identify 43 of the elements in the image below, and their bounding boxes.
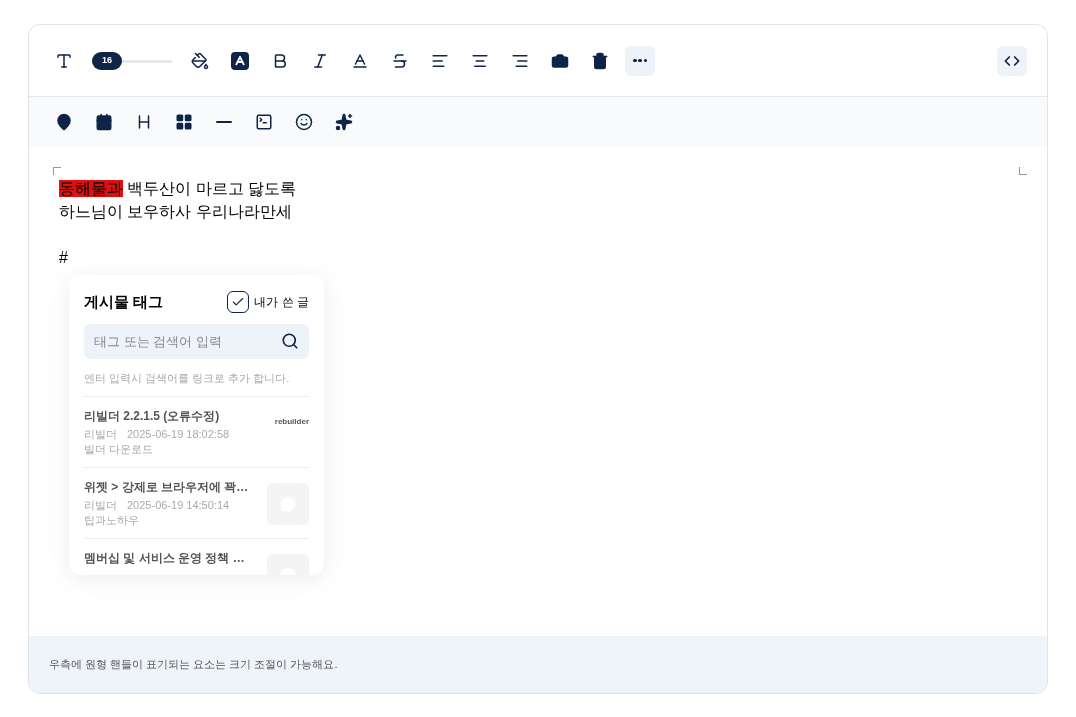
post-item[interactable]: 위젯 > 강제로 브라우저에 꽉… 리빌더 2025-06-19 14:50:14 팁과노하우 xyxy=(84,467,309,538)
underlined-letter-icon xyxy=(351,51,369,70)
post-title: 멤버십 및 서비스 운영 정책 … xyxy=(84,550,246,566)
editor-text-line: 동해물과 백두산이 마르고 닳도록 xyxy=(59,180,297,197)
highlight-letter-icon xyxy=(231,51,249,70)
more-button[interactable] xyxy=(625,45,655,76)
more-icon xyxy=(633,58,647,63)
post-item[interactable]: 멤버십 및 서비스 운영 정책 … xyxy=(84,538,309,575)
post-date: 2025-06-19 14:50:14 xyxy=(127,498,230,513)
search-icon[interactable] xyxy=(281,331,299,350)
camera-icon xyxy=(551,51,569,70)
map-pin-icon xyxy=(55,113,73,131)
post-category: 빌더 다운로드 xyxy=(84,442,155,457)
calendar-icon xyxy=(95,113,113,131)
horizontal-line-icon xyxy=(216,120,232,124)
checkbox[interactable] xyxy=(227,291,250,314)
trash-icon xyxy=(591,51,609,70)
post-author: 리빌더 xyxy=(84,427,117,442)
post-item[interactable]: 리빌더 2.2.1.5 (오류수정) 리빌더 2025-06-19 18:02:58 빌더 다운로드 rebuilder xyxy=(84,396,309,467)
smile-icon xyxy=(295,113,313,131)
terminal-icon xyxy=(255,113,273,131)
post-title: 리빌더 2.2.1.5 (오류수정) xyxy=(84,408,221,424)
code-view-button[interactable] xyxy=(997,45,1027,76)
sparkle-icon xyxy=(335,113,353,131)
checkbox-label: 내가 쓴 글 xyxy=(254,294,309,312)
popup-title: 게시물 태그 xyxy=(84,292,164,312)
font-size-slider[interactable]: 16 xyxy=(92,51,172,70)
text-icon xyxy=(55,51,73,70)
paint-bucket-icon xyxy=(191,51,209,70)
strikethrough-icon xyxy=(391,51,409,70)
editor-text-line: 하느님이 보우하사 우리나라만세 xyxy=(59,203,292,220)
grid-icon xyxy=(175,113,193,131)
tag-search-field[interactable]: 태그 또는 검색어 입력 xyxy=(84,323,309,359)
post-category: 팁과노하우 xyxy=(84,513,140,528)
post-logo: rebuilder xyxy=(274,416,309,428)
slider-thumb[interactable]: 16 xyxy=(92,51,122,70)
hint-text: 엔터 입력시 검색어를 링크로 추가 합니다. xyxy=(84,370,291,386)
post-author: 리빌더 xyxy=(84,498,117,513)
editor-text-line: # xyxy=(59,249,68,266)
footer-note: 우측에 원형 핸들이 표기되는 요소는 크기 조절이 가능해요. xyxy=(49,657,338,673)
post-title: 위젯 > 강제로 브라우저에 꽉… xyxy=(84,479,250,495)
italic-icon xyxy=(311,51,329,70)
post-date: 2025-06-19 18:02:58 xyxy=(127,427,230,442)
